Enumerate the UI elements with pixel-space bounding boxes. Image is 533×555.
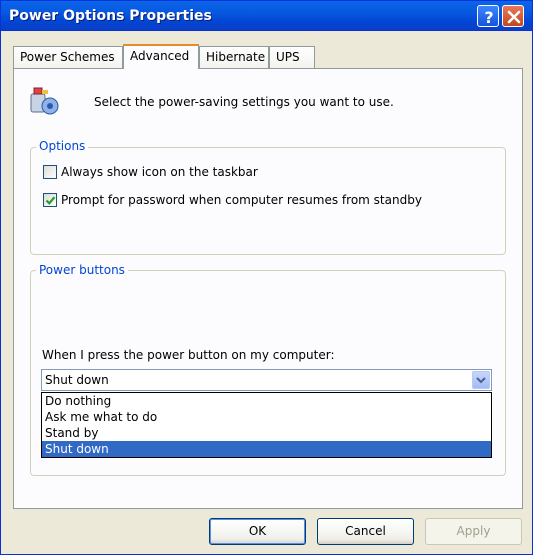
chevron-down-icon xyxy=(476,377,486,384)
tab-label: Advanced xyxy=(130,49,190,63)
prompt-password-label[interactable]: Prompt for password when computer resume… xyxy=(61,193,422,207)
power-options-window: Power Options Properties ? Power Schemes… xyxy=(0,0,533,555)
power-button-selected-value: Shut down xyxy=(45,373,109,387)
header-description: Select the power-saving settings you wan… xyxy=(94,95,394,109)
checkmark-icon xyxy=(45,196,56,205)
tab-label: UPS xyxy=(276,50,300,64)
power-settings-icon xyxy=(30,87,59,115)
tab-hibernate[interactable]: Hibernate xyxy=(199,46,269,68)
title-bar[interactable]: Power Options Properties ? xyxy=(1,1,532,31)
tab-ups[interactable]: UPS xyxy=(269,46,315,68)
cancel-button[interactable]: Cancel xyxy=(317,518,414,545)
power-button-options-list: Do nothing Ask me what to do Stand by Sh… xyxy=(41,392,492,458)
power-button-prompt: When I press the power button on my comp… xyxy=(42,348,335,362)
close-button[interactable] xyxy=(502,5,524,27)
help-button[interactable]: ? xyxy=(477,5,499,27)
tab-advanced[interactable]: Advanced xyxy=(123,44,199,69)
options-group-label: Options xyxy=(36,139,89,153)
show-icon-checkbox[interactable] xyxy=(43,165,57,179)
close-icon xyxy=(507,10,521,24)
help-icon: ? xyxy=(484,8,493,27)
tab-label: Power Schemes xyxy=(20,50,115,64)
option-stand-by[interactable]: Stand by xyxy=(42,425,491,441)
power-buttons-group-label: Power buttons xyxy=(36,263,128,277)
svg-text:?: ? xyxy=(484,8,493,27)
prompt-password-checkbox[interactable] xyxy=(43,193,57,207)
option-shut-down[interactable]: Shut down xyxy=(42,441,491,457)
option-ask-me[interactable]: Ask me what to do xyxy=(42,409,491,425)
tab-power-schemes[interactable]: Power Schemes xyxy=(13,46,123,68)
tab-label: Hibernate xyxy=(206,50,266,64)
show-icon-label[interactable]: Always show icon on the taskbar xyxy=(61,165,258,179)
option-do-nothing[interactable]: Do nothing xyxy=(42,393,491,409)
dropdown-toggle[interactable] xyxy=(472,371,490,389)
apply-button[interactable]: Apply xyxy=(425,518,522,545)
power-button-action-select[interactable]: Shut down xyxy=(41,369,492,391)
window-title: Power Options Properties xyxy=(9,8,212,24)
ok-button[interactable]: OK xyxy=(209,518,306,545)
